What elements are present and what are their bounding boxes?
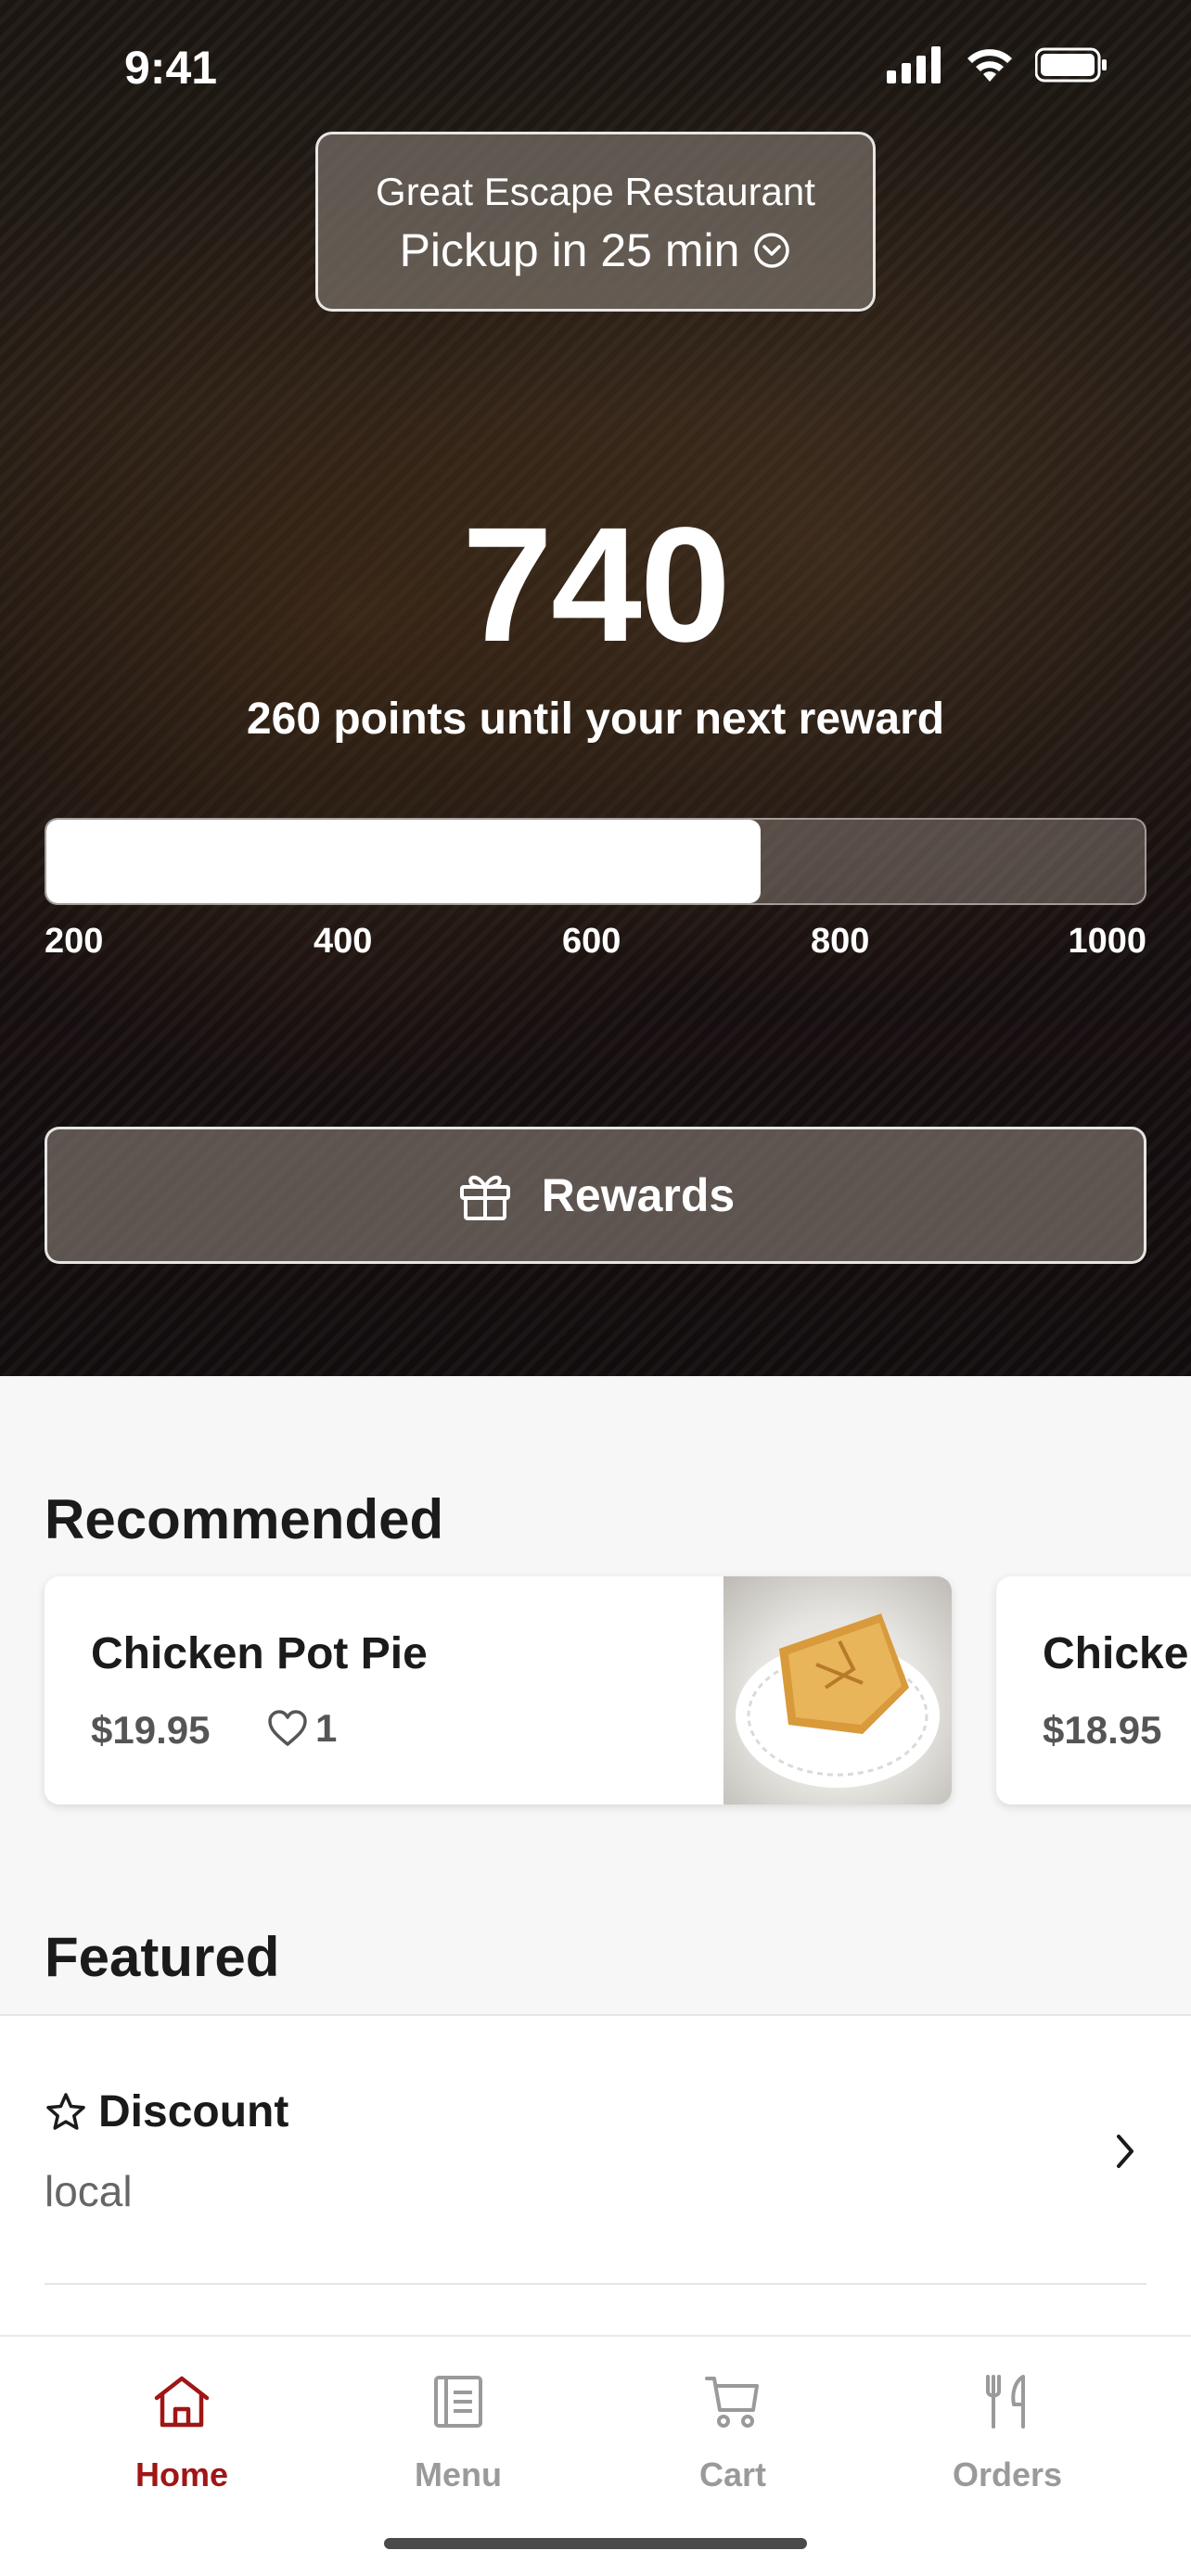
featured-title: Featured bbox=[45, 1926, 280, 1988]
cellular-signal-icon bbox=[887, 46, 941, 83]
star-icon bbox=[46, 2092, 85, 2130]
recommended-title: Recommended bbox=[45, 1488, 444, 1550]
tick-label: 1000 bbox=[1068, 922, 1146, 961]
recommended-card[interactable]: Chicken Pot Pie $19.95 1 bbox=[45, 1576, 952, 1804]
tick-label: 800 bbox=[811, 922, 870, 961]
tab-home[interactable]: Home bbox=[80, 2365, 284, 2494]
tab-orders[interactable]: Orders bbox=[905, 2365, 1109, 2494]
rewards-progress-bar bbox=[45, 818, 1146, 905]
home-icon bbox=[154, 2376, 210, 2428]
pickup-time: Pickup in 25 min bbox=[318, 223, 873, 277]
status-time: 9:41 bbox=[124, 42, 218, 94]
rewards-button[interactable]: Rewards bbox=[45, 1127, 1146, 1264]
featured-item-subtitle: local bbox=[45, 2167, 133, 2215]
likes-count: 1 bbox=[315, 1706, 338, 1750]
tab-cart[interactable]: Cart bbox=[631, 2365, 835, 2494]
home-indicator[interactable] bbox=[384, 2538, 807, 2549]
battery-icon bbox=[1035, 47, 1107, 83]
featured-item-discount[interactable]: Discount local bbox=[45, 2016, 1146, 2285]
item-name: Chicken Pot Pie bbox=[91, 1629, 428, 1678]
tab-menu[interactable]: Menu bbox=[356, 2365, 560, 2494]
status-icons bbox=[887, 46, 1109, 83]
location-selector[interactable]: Great Escape Restaurant Pickup in 25 min bbox=[315, 132, 876, 312]
chicken-pot-pie-image bbox=[724, 1576, 952, 1804]
rewards-button-label: Rewards bbox=[541, 1169, 736, 1221]
tab-label: Cart bbox=[698, 2455, 767, 2493]
featured-item-header: Discount bbox=[45, 2086, 288, 2137]
progress-ticks: 200 400 600 800 1000 bbox=[45, 922, 1146, 968]
item-name: Chicke bbox=[1043, 1629, 1189, 1678]
cart-icon bbox=[705, 2377, 759, 2428]
tick-label: 600 bbox=[562, 922, 621, 961]
restaurant-name: Great Escape Restaurant bbox=[376, 170, 815, 213]
chevron-down-circle-icon bbox=[754, 233, 790, 268]
pie-plate-illustration bbox=[736, 1613, 940, 1788]
recommended-card[interactable]: Chicke $18.95 bbox=[996, 1576, 1191, 1804]
item-price: $18.95 bbox=[1043, 1708, 1162, 1752]
status-bar: 9:41 bbox=[0, 0, 1191, 130]
tick-label: 200 bbox=[45, 922, 104, 961]
points-until-reward: 260 points until your next reward bbox=[246, 695, 945, 744]
wifi-icon bbox=[967, 49, 1012, 82]
tab-label: Orders bbox=[952, 2455, 1063, 2493]
heart-icon bbox=[268, 1710, 307, 1746]
tick-label: 400 bbox=[314, 922, 373, 961]
points-balance: 740 bbox=[462, 494, 731, 676]
pickup-label: Pickup in 25 min bbox=[399, 224, 740, 276]
fork-knife-icon bbox=[986, 2375, 1025, 2429]
featured-item-title: Discount bbox=[98, 2087, 289, 2136]
tab-label: Menu bbox=[415, 2455, 502, 2493]
featured-list: Discount local bbox=[0, 2014, 1191, 2335]
tab-label: Home bbox=[134, 2455, 229, 2493]
item-likes[interactable]: 1 bbox=[267, 1706, 337, 1751]
item-price: $19.95 bbox=[91, 1708, 211, 1752]
rewards-progress-fill bbox=[46, 820, 761, 903]
chevron-right-icon bbox=[1117, 2135, 1133, 2168]
menu-book-icon bbox=[434, 2376, 482, 2428]
gift-icon bbox=[459, 1175, 510, 1220]
